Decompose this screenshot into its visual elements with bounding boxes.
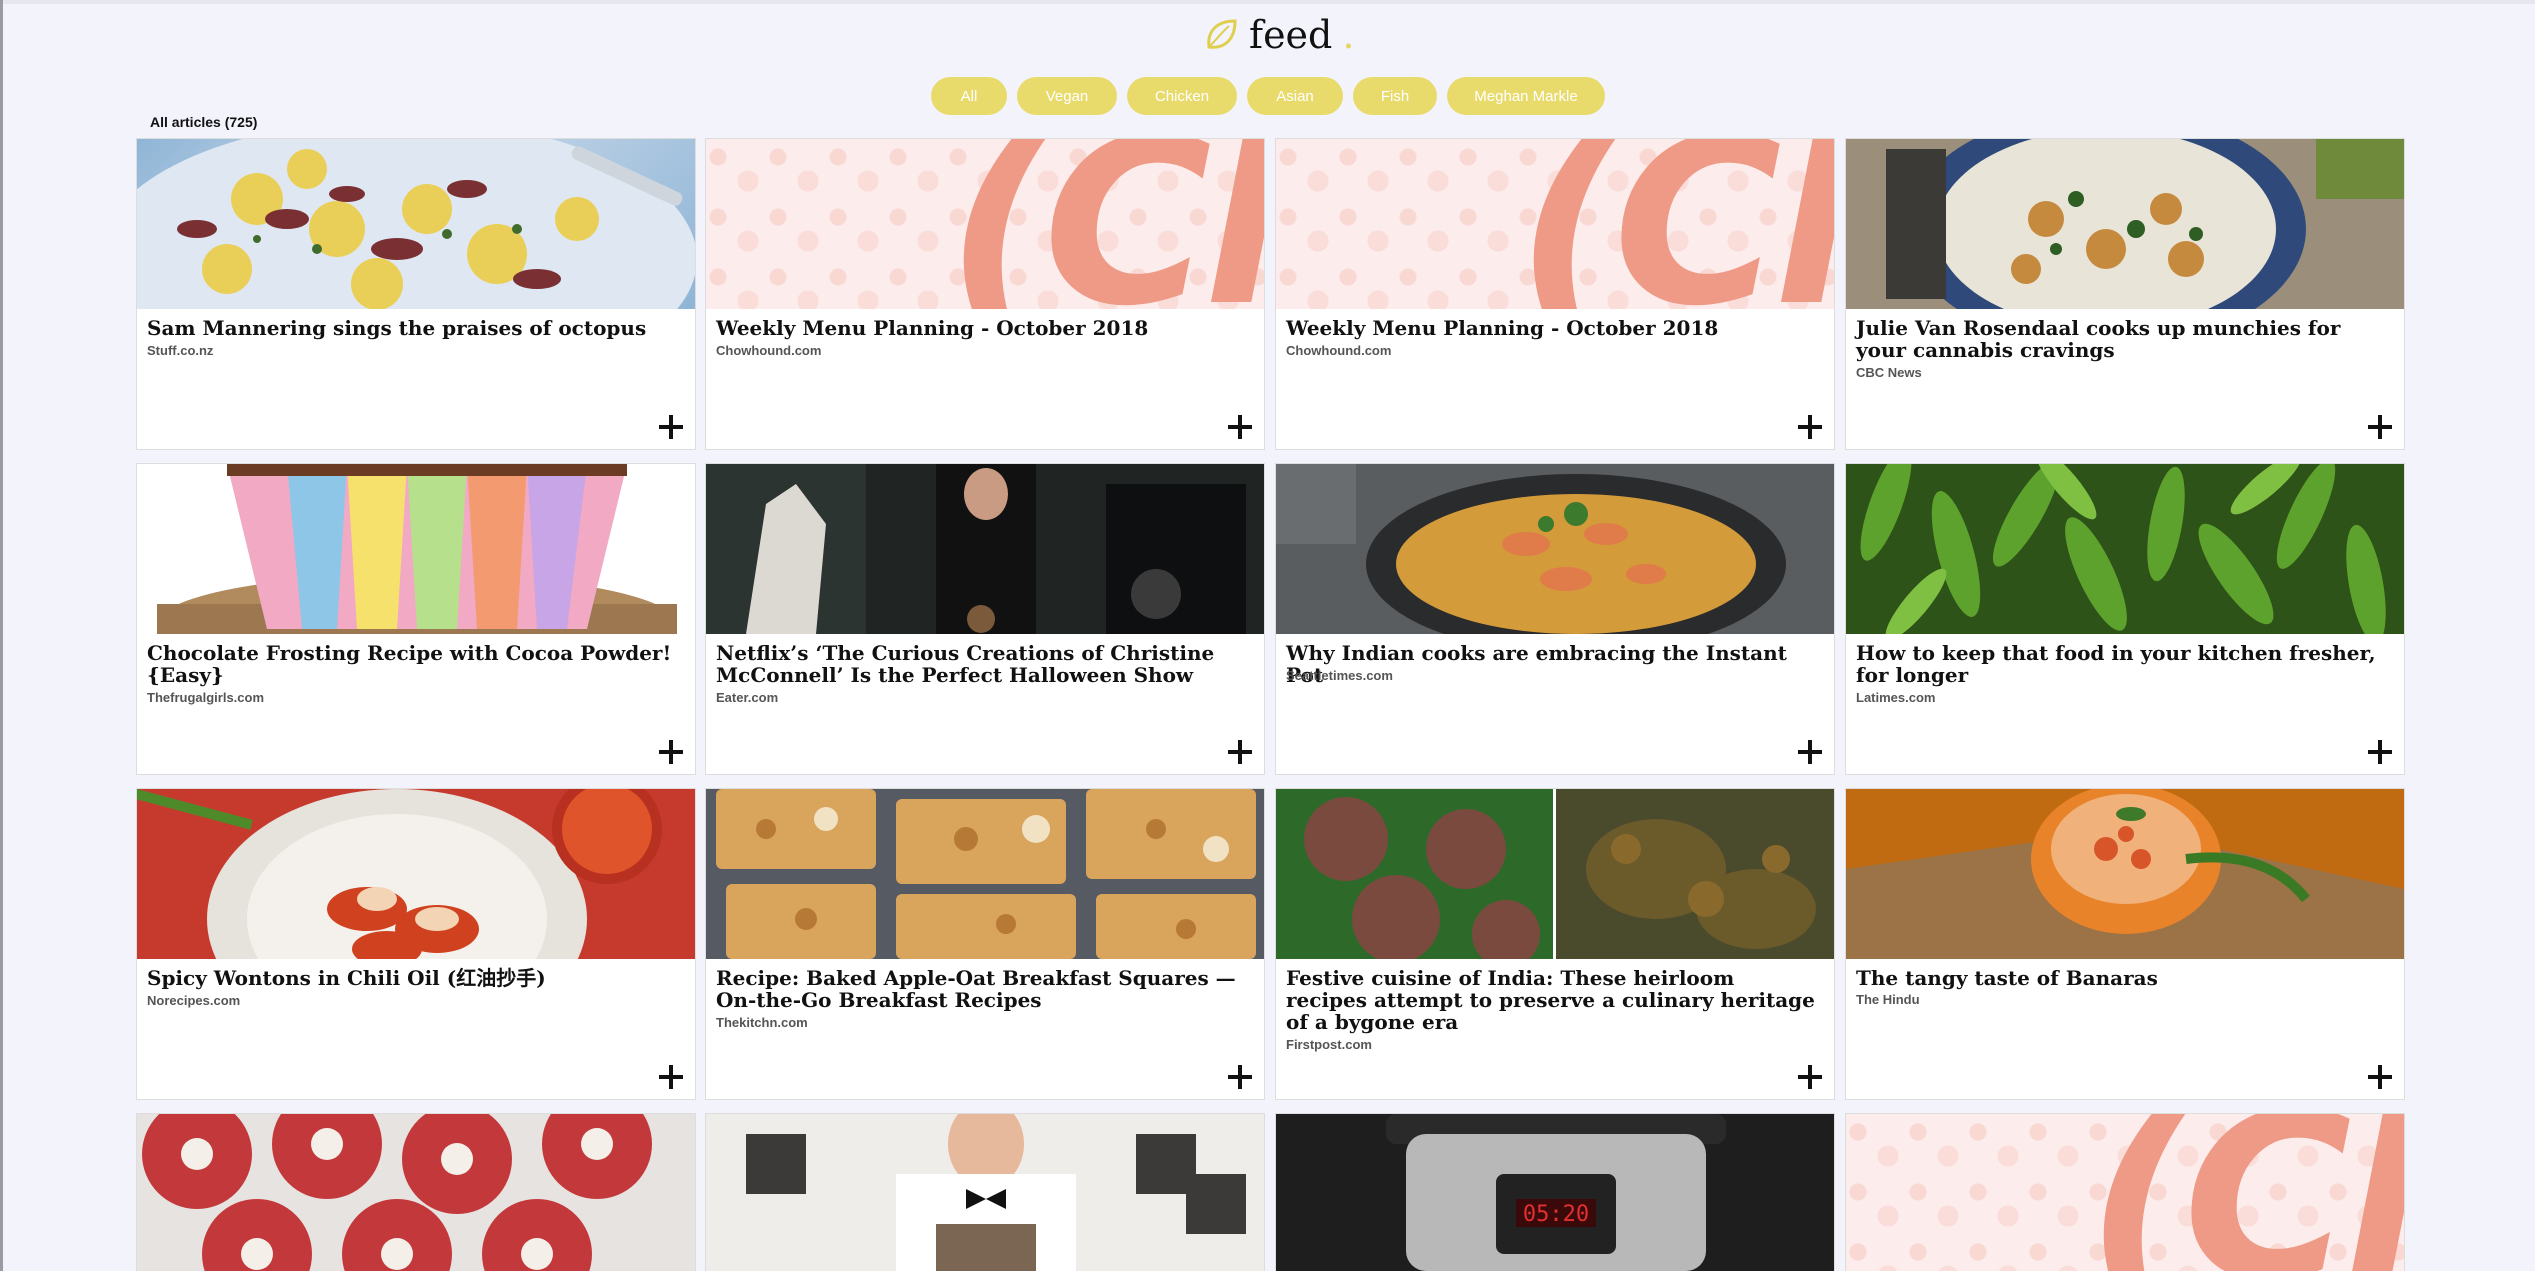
article-card[interactable]: Recipe: Baked Apple-Oat Breakfast Square… — [706, 789, 1264, 1099]
article-thumbnail — [706, 789, 1264, 959]
article-source: Thekitchn.com — [716, 1015, 808, 1030]
article-title[interactable]: Chocolate Frosting Recipe with Cocoa Pow… — [147, 642, 677, 686]
chowhound-logo: (Ch — [1516, 139, 1834, 309]
add-icon[interactable] — [2366, 413, 2394, 441]
article-thumbnail — [137, 1114, 695, 1271]
article-card[interactable]: (Ch — [1846, 1114, 2404, 1271]
article-source: Thefrugalgirls.com — [147, 690, 265, 705]
article-count: All articles (725) — [150, 114, 258, 130]
article-source: Latimes.com — [1856, 690, 1936, 705]
logo-text: feed — [1249, 13, 1333, 57]
article-title[interactable]: Weekly Menu Planning - October 2018 — [716, 317, 1246, 339]
add-icon[interactable] — [1796, 738, 1824, 766]
article-source: Firstpost.com — [1286, 1037, 1372, 1052]
article-thumbnail — [1846, 464, 2404, 634]
add-icon[interactable] — [657, 1063, 685, 1091]
filter-bar: All Vegan Chicken Asian Fish Meghan Mark… — [931, 77, 1605, 115]
article-title[interactable]: Netflix’s ‘The Curious Creations of Chri… — [716, 642, 1246, 686]
article-card[interactable]: How to keep that food in your kitchen fr… — [1846, 464, 2404, 774]
article-card[interactable]: 05:20 — [1276, 1114, 1834, 1271]
article-thumbnail — [706, 1114, 1264, 1271]
article-thumbnail: (Ch — [1276, 139, 1834, 309]
article-card[interactable]: (Ch Weekly Menu Planning - October 2018 … — [1276, 139, 1834, 449]
article-title[interactable]: The tangy taste of Banaras — [1856, 967, 2386, 989]
article-card[interactable] — [706, 1114, 1264, 1271]
article-source: Chowhound.com — [716, 343, 822, 358]
article-source: Stuff.co.nz — [147, 343, 214, 358]
article-title[interactable]: Spicy Wontons in Chili Oil (红油抄手) — [147, 967, 677, 989]
add-icon[interactable] — [1226, 738, 1254, 766]
article-title[interactable]: Weekly Menu Planning - October 2018 — [1286, 317, 1816, 339]
article-card[interactable]: Festive cuisine of India: These heirloom… — [1276, 789, 1834, 1099]
article-thumbnail: (Ch — [1846, 1114, 2404, 1271]
article-source: Norecipes.com — [147, 993, 241, 1008]
article-card[interactable]: Spicy Wontons in Chili Oil (红油抄手) Noreci… — [137, 789, 695, 1099]
chowhound-logo: (Ch — [2086, 1114, 2404, 1271]
article-title[interactable]: Julie Van Rosendaal cooks up munchies fo… — [1856, 317, 2386, 361]
article-source: Eater.com — [716, 690, 779, 705]
article-title[interactable]: Sam Mannering sings the praises of octop… — [147, 317, 677, 339]
article-thumbnail — [1846, 139, 2404, 309]
filter-meghan-markle[interactable]: Meghan Markle — [1447, 77, 1605, 115]
article-card[interactable]: (Ch Weekly Menu Planning - October 2018 … — [706, 139, 1264, 449]
add-icon[interactable] — [1226, 413, 1254, 441]
article-card[interactable]: Netflix’s ‘The Curious Creations of Chri… — [706, 464, 1264, 774]
article-thumbnail — [1846, 789, 2404, 959]
article-thumbnail — [1276, 789, 1834, 959]
article-card[interactable]: Sam Mannering sings the praises of octop… — [137, 139, 695, 449]
article-thumbnail: 05:20 — [1276, 1114, 1834, 1271]
filter-chicken[interactable]: Chicken — [1127, 77, 1237, 115]
article-card[interactable] — [137, 1114, 695, 1271]
add-icon[interactable] — [1796, 413, 1824, 441]
article-thumbnail — [1276, 464, 1834, 634]
filter-fish[interactable]: Fish — [1353, 77, 1437, 115]
article-card[interactable]: Chocolate Frosting Recipe with Cocoa Pow… — [137, 464, 695, 774]
logo-dot: . — [1342, 13, 1355, 57]
article-title[interactable]: Recipe: Baked Apple-Oat Breakfast Square… — [716, 967, 1246, 1011]
leaf-icon — [1207, 19, 1237, 49]
article-thumbnail — [137, 789, 695, 959]
filter-asian[interactable]: Asian — [1247, 77, 1343, 115]
add-icon[interactable] — [1226, 1063, 1254, 1091]
article-thumbnail — [137, 464, 695, 634]
add-icon[interactable] — [1796, 1063, 1824, 1091]
article-thumbnail: (Ch — [706, 139, 1264, 309]
add-icon[interactable] — [2366, 1063, 2394, 1091]
app-logo[interactable]: feed. — [1203, 16, 1354, 54]
article-card[interactable]: Why Indian cooks are embracing the Insta… — [1276, 464, 1834, 774]
top-edge — [3, 0, 2535, 4]
article-source: The Hindu — [1856, 992, 1920, 1007]
add-icon[interactable] — [2366, 738, 2394, 766]
article-source: Chowhound.com — [1286, 343, 1392, 358]
article-source: CBC News — [1856, 365, 1922, 380]
filter-vegan[interactable]: Vegan — [1017, 77, 1117, 115]
filter-all[interactable]: All — [931, 77, 1007, 115]
chowhound-logo: (Ch — [946, 139, 1264, 309]
article-card[interactable]: Julie Van Rosendaal cooks up munchies fo… — [1846, 139, 2404, 449]
add-icon[interactable] — [657, 738, 685, 766]
article-card[interactable]: The tangy taste of Banaras The Hindu — [1846, 789, 2404, 1099]
article-thumbnail — [137, 139, 695, 309]
article-title[interactable]: How to keep that food in your kitchen fr… — [1856, 642, 2386, 686]
svg-text:05:20: 05:20 — [1523, 1202, 1589, 1227]
article-title[interactable]: Festive cuisine of India: These heirloom… — [1286, 967, 1816, 1033]
add-icon[interactable] — [657, 413, 685, 441]
article-thumbnail — [706, 464, 1264, 634]
article-source: Seattletimes.com — [1286, 668, 1393, 683]
